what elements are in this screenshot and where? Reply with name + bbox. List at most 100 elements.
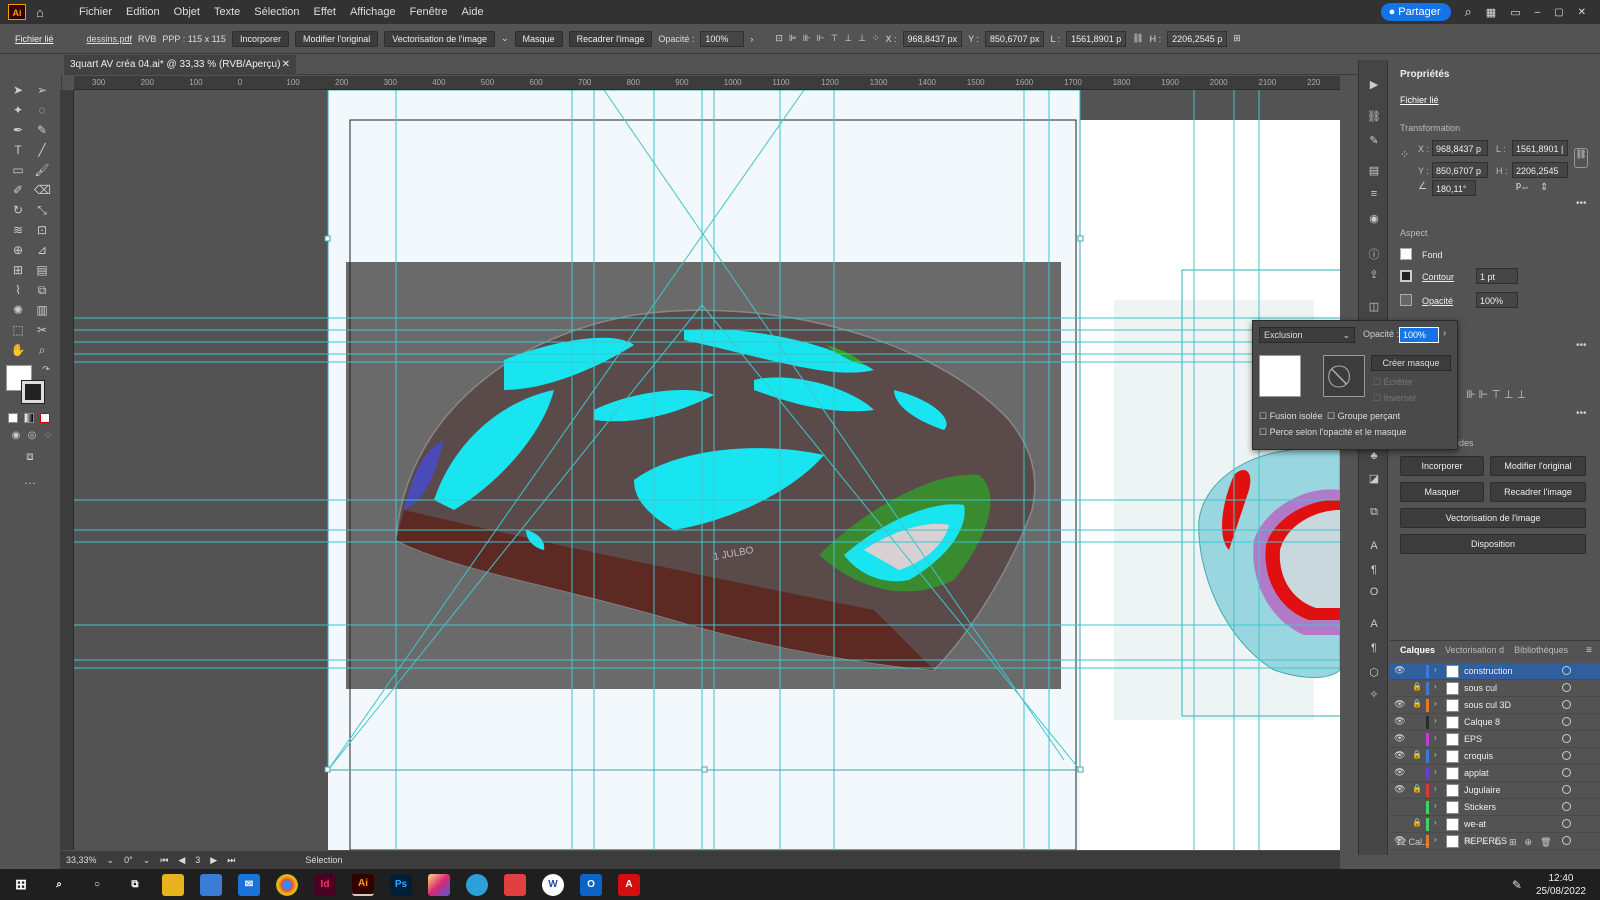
more-tools-icon[interactable]: … [22, 473, 38, 487]
width-field[interactable]: 1561,8901 p [1066, 30, 1127, 47]
curvature-tool-icon[interactable]: ✎ [34, 123, 50, 137]
first-artboard-icon[interactable]: ⏮ [160, 855, 168, 866]
visibility-eye-icon[interactable]: 👁 [1394, 699, 1405, 710]
stroke-color-swatch[interactable] [1400, 270, 1412, 282]
line-tool-icon[interactable]: ╱ [34, 143, 50, 157]
zoom-level[interactable]: 33,33% [66, 855, 97, 865]
chevron-right-icon[interactable]: › [1434, 835, 1437, 844]
layer-row[interactable]: 👁 › applat [1390, 765, 1600, 782]
appearance-icon[interactable]: ◉ [1366, 212, 1382, 226]
menu-item-4[interactable]: Sélection [247, 0, 306, 24]
embed-button[interactable]: Incorporer [1400, 456, 1484, 476]
target-circle-icon[interactable] [1562, 785, 1571, 794]
shaper-tool-icon[interactable]: ✐ [10, 183, 26, 197]
edit-original-button[interactable]: Modifier l'original [1490, 456, 1586, 476]
visibility-eye-icon[interactable]: 👁 [1394, 784, 1405, 795]
make-mask-button[interactable]: Créer masque [1371, 355, 1451, 371]
paintbrush-icon[interactable]: 🖌 [34, 163, 50, 177]
para-styles-icon[interactable]: ¶ [1366, 642, 1382, 656]
char-styles-icon[interactable]: A [1366, 618, 1382, 632]
layer-row[interactable]: 👁 › Calque 8 [1390, 714, 1600, 731]
lock-icon[interactable]: 🔒 [1412, 682, 1422, 691]
artboard-number[interactable]: 3 [195, 855, 200, 865]
share-button[interactable]: ● Partager [1380, 3, 1451, 21]
layer-row[interactable]: 👁 🔒 › sous cul 3D [1390, 697, 1600, 714]
chevron-right-icon[interactable]: › [1434, 750, 1437, 759]
target-circle-icon[interactable] [1562, 751, 1571, 760]
warp-tool-icon[interactable]: ≋ [10, 223, 26, 237]
zoom-tool-icon[interactable]: ⌕ [34, 343, 50, 357]
windows-start-icon[interactable]: ⊞ [10, 874, 32, 896]
close-tab-icon[interactable]: ✕ [282, 55, 290, 75]
properties-tab[interactable]: Propriétés [1400, 69, 1449, 80]
isolate-checkbox[interactable]: ☐ Fusion isolée [1259, 411, 1323, 422]
graphic-styles-icon[interactable]: ◪ [1366, 472, 1382, 486]
cortana-icon[interactable]: ○ [86, 874, 108, 896]
opacity-mask-shape-checkbox[interactable]: ☐ Perce selon l'opacité et le masque [1259, 427, 1406, 438]
chevron-right-icon[interactable]: › [1434, 801, 1437, 810]
mail-icon[interactable]: ✉ [238, 873, 260, 896]
blend-mode-select[interactable]: Exclusion ⌄ [1259, 327, 1355, 343]
align-right-icon[interactable]: ⊩ [817, 33, 825, 44]
eraser-icon[interactable]: ⌫ [34, 183, 51, 197]
blend-tool-icon[interactable]: ⧉ [34, 283, 50, 297]
pen-tool-icon[interactable]: ✒ [10, 123, 26, 137]
menu-item-8[interactable]: Aide [455, 0, 491, 24]
info-icon[interactable]: ⓘ [1366, 246, 1382, 261]
perspective-grid-icon[interactable]: ⊿ [34, 243, 50, 257]
linked-file-link[interactable]: Fichier lié [8, 32, 61, 46]
crop-image-button[interactable]: Recadrer l'image [1490, 482, 1586, 502]
lock-icon[interactable]: 🔒 [1412, 784, 1422, 793]
indesign-icon[interactable]: Id [314, 873, 336, 896]
y-field[interactable]: 850,6707 px [984, 30, 1045, 47]
paragraph-icon[interactable]: ¶ [1366, 564, 1382, 578]
layer-row[interactable]: 👁 › construction [1390, 663, 1600, 680]
shape-builder-icon[interactable]: ⊕ [10, 243, 26, 257]
menu-item-0[interactable]: Fichier [72, 0, 119, 24]
outlook-icon[interactable]: O [580, 873, 602, 896]
canvas[interactable]: 1 JULBO [74, 90, 1340, 850]
reference-point-icon[interactable]: ⁘ [1400, 148, 1409, 161]
prop-h-field[interactable]: 2206,2545 p [1512, 162, 1568, 190]
target-circle-icon[interactable] [1562, 819, 1571, 828]
task-view-icon[interactable]: ⧉ [124, 874, 146, 896]
direct-selection-tool-icon[interactable]: ➢ [34, 83, 50, 97]
chevron-down-icon[interactable]: ⌄ [107, 855, 115, 866]
eyedropper-icon[interactable]: ⌇ [10, 283, 26, 297]
prev-artboard-icon[interactable]: ◀ [178, 855, 185, 866]
link-icon[interactable]: ⛓ [1132, 33, 1143, 44]
more-options-icon[interactable]: ••• [1576, 198, 1587, 209]
menu-item-5[interactable]: Effet [307, 0, 343, 24]
swap-colors-icon[interactable]: ↷ [38, 362, 54, 376]
lock-icon[interactable]: 🔒 [1412, 750, 1422, 759]
edit-original-button[interactable]: Modifier l'original [294, 30, 379, 47]
draw-inside-icon[interactable]: ◌ [40, 429, 56, 443]
prop-x-field[interactable]: 968,8437 p [1432, 140, 1488, 156]
transform-icon[interactable]: ⊞ [1233, 33, 1241, 44]
chevron-down-icon[interactable]: ⌄ [143, 855, 151, 866]
image-trace-button[interactable]: Vectorisation de l'image [384, 30, 495, 47]
align-left-icon[interactable]: ⊫ [789, 33, 797, 44]
window-icon[interactable]: ▭ [1510, 6, 1520, 19]
menu-item-7[interactable]: Fenêtre [403, 0, 455, 24]
more-options-icon[interactable]: ••• [1576, 340, 1587, 351]
mesh-tool-icon[interactable]: ⊞ [10, 263, 26, 277]
color-mode-icon[interactable] [8, 413, 18, 423]
visibility-eye-icon[interactable]: 👁 [1394, 767, 1405, 778]
fill-color-swatch[interactable] [1400, 248, 1412, 260]
play-icon[interactable]: ▶ [1366, 78, 1382, 92]
chevron-right-icon[interactable]: › [750, 34, 753, 44]
illustrator-taskbar-icon[interactable]: Ai [352, 873, 374, 896]
app-circle-icon[interactable] [466, 873, 488, 896]
artboard-tool-icon[interactable]: ⬚ [10, 323, 26, 337]
gradient-icon[interactable]: ▤ [1366, 164, 1382, 178]
visibility-eye-icon[interactable]: 👁 [1394, 733, 1405, 744]
selection-tool-icon[interactable]: ➤ [10, 83, 26, 97]
document-tab[interactable]: 3quart AV créa 04.ai* @ 33,33 % (RVB/Ape… [64, 55, 296, 75]
chevron-right-icon[interactable]: › [1434, 767, 1437, 776]
opacity-input[interactable]: 100% [700, 30, 745, 47]
menu-item-3[interactable]: Texte [207, 0, 247, 24]
transparency-icon[interactable]: ◫ [1366, 300, 1382, 314]
mask-button[interactable]: Masquer [1400, 482, 1484, 502]
align-middle-icon[interactable]: ⊥ [844, 33, 852, 44]
